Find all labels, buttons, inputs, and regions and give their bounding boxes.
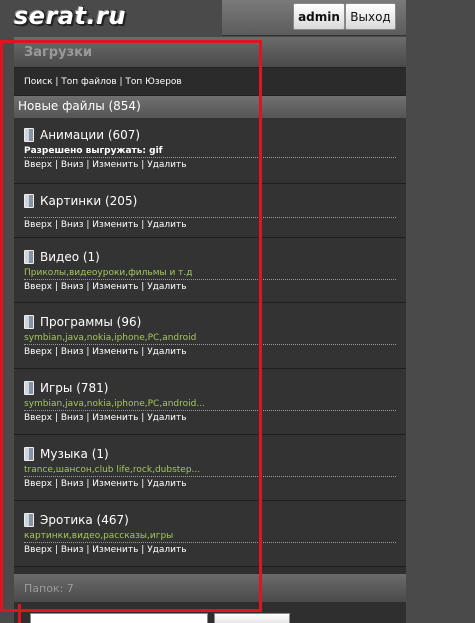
category-item: Анимации (607) Разрешено выгружать: gif Вв… <box>14 118 406 184</box>
category-title[interactable]: Музыка (1) <box>14 447 406 461</box>
bottom-input[interactable] <box>30 613 208 623</box>
delete-link[interactable]: Удалить <box>147 545 186 555</box>
category-description: symbian,java,nokia,iphone,PC,android... <box>24 399 205 409</box>
category-title[interactable]: Видео (1) <box>14 250 406 264</box>
category-actions: Вверх | Вниз | Изменить | Удалить <box>24 220 187 230</box>
category-actions: Вверх | Вниз | Изменить | Удалить <box>24 160 187 170</box>
folders-count: Папок: 7 <box>14 574 406 602</box>
edit-link[interactable]: Изменить <box>92 282 138 292</box>
category-title[interactable]: Эротика (467) <box>14 513 406 527</box>
category-title-label[interactable]: Программы (96) <box>40 315 141 329</box>
move-down-link[interactable]: Вниз <box>61 160 84 170</box>
category-title-label[interactable]: Картинки (205) <box>40 194 137 208</box>
highlight-marker <box>18 604 21 623</box>
downloads-links: Поиск | Топ файлов | Топ Юзеров <box>14 68 406 96</box>
category-item: Программы (96) symbian,java,nokia,iphone,… <box>14 303 406 369</box>
move-up-link[interactable]: Вверх <box>24 347 52 357</box>
move-up-link[interactable]: Вверх <box>24 220 52 230</box>
category-title[interactable]: Игры (781) <box>14 381 406 395</box>
folder-icon <box>24 513 34 527</box>
logout-button[interactable]: Выход <box>345 3 396 30</box>
delete-link[interactable]: Удалить <box>147 413 186 423</box>
category-description: symbian,java,nokia,iphone,PC,android <box>24 333 197 343</box>
category-description: trance,шансон,club life,rock,dubstep... <box>24 465 201 475</box>
move-up-link[interactable]: Вверх <box>24 545 52 555</box>
admin-button[interactable]: admin <box>293 3 345 30</box>
edit-link[interactable]: Изменить <box>92 347 138 357</box>
move-down-link[interactable]: Вниз <box>61 545 84 555</box>
move-down-link[interactable]: Вниз <box>61 220 84 230</box>
category-item: Эротика (467) картинки,видео,рассказы,игр… <box>14 501 406 567</box>
folder-icon <box>24 315 34 329</box>
category-item: Игры (781) symbian,java,nokia,iphone,PC,a… <box>14 369 406 435</box>
top-files-link[interactable]: Топ файлов <box>61 77 116 87</box>
user-bar: admin Выход <box>222 0 406 36</box>
delete-link[interactable]: Удалить <box>147 220 186 230</box>
delete-link[interactable]: Удалить <box>147 479 186 489</box>
category-list: Анимации (607) Разрешено выгружать: gif Вв… <box>14 118 406 567</box>
delete-link[interactable]: Удалить <box>147 160 186 170</box>
top-bar: serat.ru admin Выход <box>0 0 475 36</box>
category-actions: Вверх | Вниз | Изменить | Удалить <box>24 545 187 555</box>
category-title[interactable]: Картинки (205) <box>14 194 406 208</box>
category-title-label[interactable]: Видео (1) <box>40 250 100 264</box>
move-down-link[interactable]: Вниз <box>61 413 84 423</box>
category-title[interactable]: Анимации (607) <box>14 128 406 142</box>
category-description: картинки,видео,рассказы,игры <box>24 531 174 541</box>
folder-icon <box>24 447 34 461</box>
category-title-label[interactable]: Игры (781) <box>40 381 108 395</box>
edit-link[interactable]: Изменить <box>92 545 138 555</box>
move-up-link[interactable]: Вверх <box>24 479 52 489</box>
downloads-header: Загрузки <box>14 37 406 68</box>
downloads-panel: Загрузки Поиск | Топ файлов | Топ Юзеров… <box>14 37 406 623</box>
top-users-link[interactable]: Топ Юзеров <box>125 77 181 87</box>
category-description: Приколы,видеоуроки,фильмы и т.д <box>24 268 193 278</box>
edit-link[interactable]: Изменить <box>92 220 138 230</box>
delete-link[interactable]: Удалить <box>147 347 186 357</box>
move-up-link[interactable]: Вверх <box>24 413 52 423</box>
folder-icon <box>24 250 34 264</box>
delete-link[interactable]: Удалить <box>147 282 186 292</box>
move-down-link[interactable]: Вниз <box>61 282 84 292</box>
category-actions: Вверх | Вниз | Изменить | Удалить <box>24 413 187 423</box>
category-title-label[interactable]: Музыка (1) <box>40 447 109 461</box>
search-link[interactable]: Поиск <box>24 77 53 87</box>
category-title-label[interactable]: Анимации (607) <box>40 128 140 142</box>
new-files-link[interactable]: Новые файлы (854) <box>14 96 406 118</box>
folder-icon <box>24 128 34 142</box>
edit-link[interactable]: Изменить <box>92 160 138 170</box>
move-up-link[interactable]: Вверх <box>24 160 52 170</box>
edit-link[interactable]: Изменить <box>92 479 138 489</box>
category-item: Картинки (205) Вверх | Вниз | Изменить | … <box>14 184 406 238</box>
folder-icon <box>24 194 34 208</box>
category-title-label[interactable]: Эротика (467) <box>40 513 129 527</box>
bottom-button[interactable] <box>214 613 290 623</box>
site-logo[interactable]: serat.ru <box>14 2 126 30</box>
move-up-link[interactable]: Вверх <box>24 282 52 292</box>
edit-link[interactable]: Изменить <box>92 413 138 423</box>
category-actions: Вверх | Вниз | Изменить | Удалить <box>24 282 187 292</box>
category-description: Разрешено выгружать: gif <box>24 146 163 156</box>
category-item: Видео (1) Приколы,видеоуроки,фильмы и т.д… <box>14 238 406 303</box>
category-title[interactable]: Программы (96) <box>14 315 406 329</box>
folder-icon <box>24 381 34 395</box>
category-actions: Вверх | Вниз | Изменить | Удалить <box>24 347 187 357</box>
move-down-link[interactable]: Вниз <box>61 479 84 489</box>
move-down-link[interactable]: Вниз <box>61 347 84 357</box>
category-actions: Вверх | Вниз | Изменить | Удалить <box>24 479 187 489</box>
category-item: Музыка (1) trance,шансон,club life,rock,d… <box>14 435 406 501</box>
